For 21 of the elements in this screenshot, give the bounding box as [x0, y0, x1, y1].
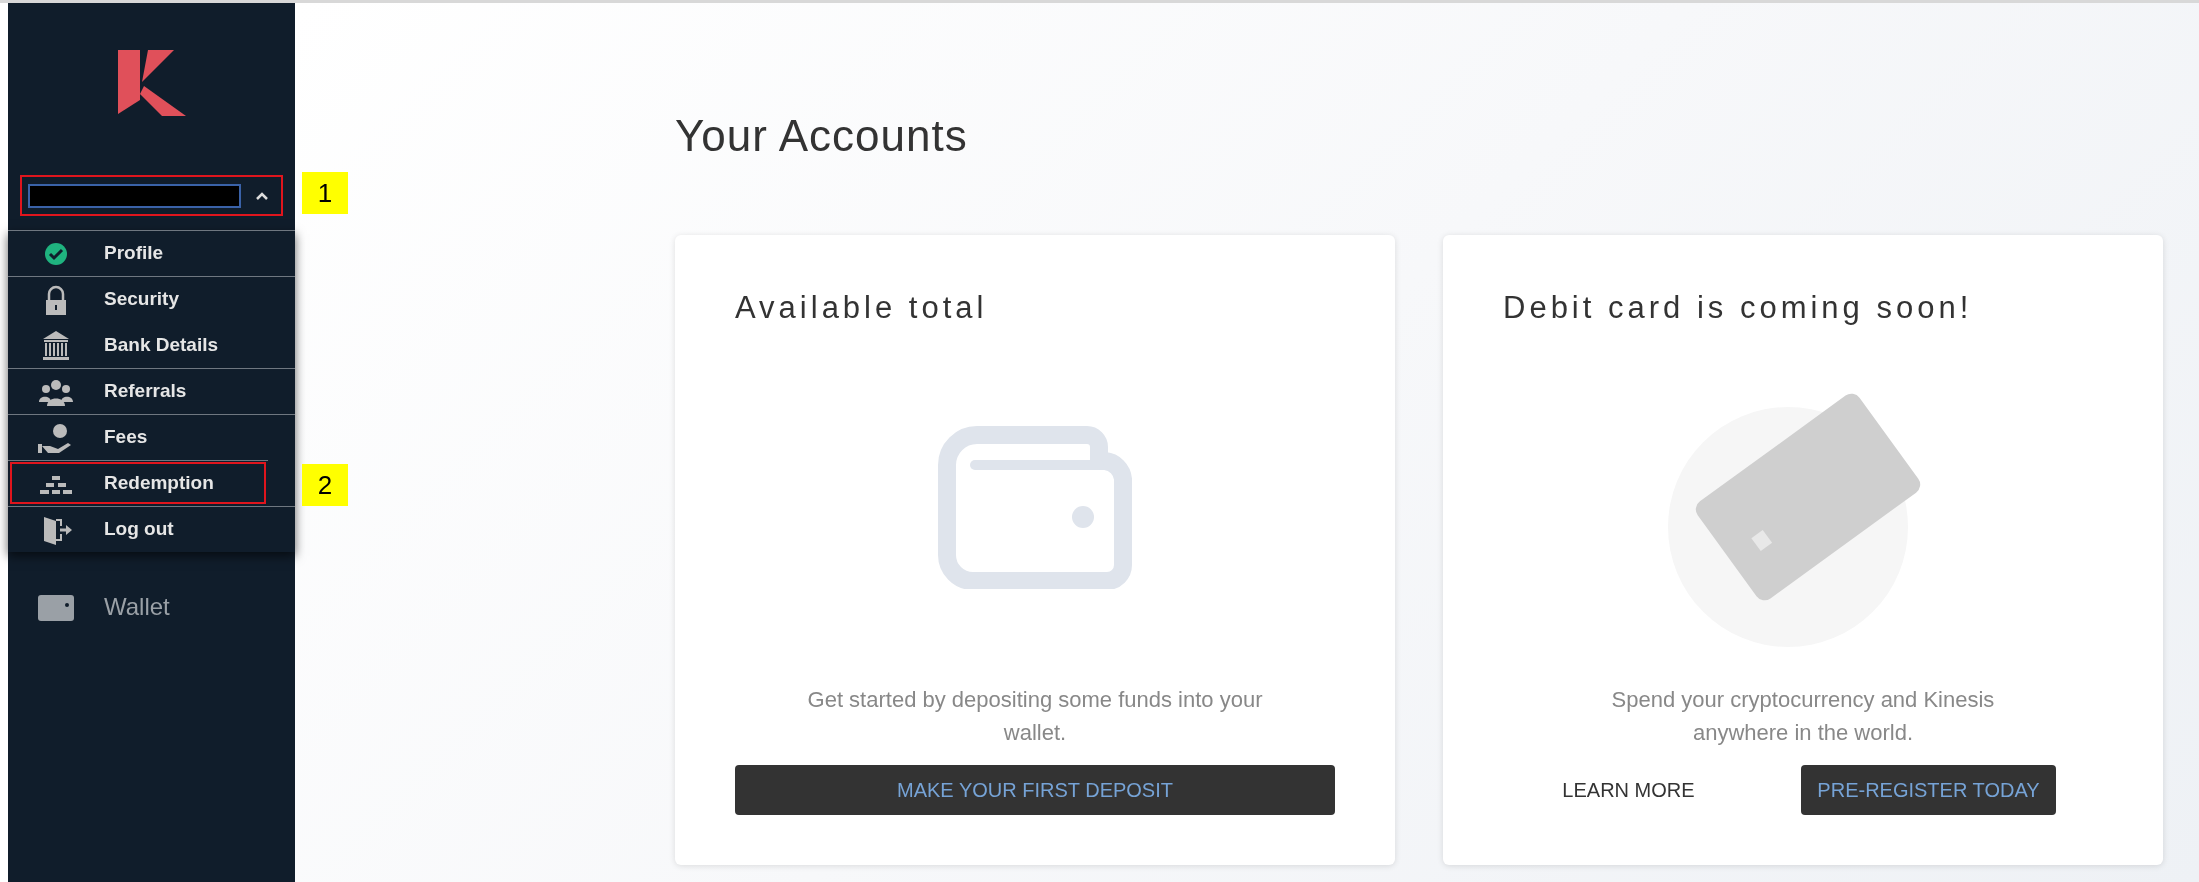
wallet-icon — [937, 425, 1133, 590]
card-title: Debit card is coming soon! — [1503, 289, 1973, 327]
account-selector[interactable] — [20, 175, 283, 216]
menu-item[interactable]: Profile — [8, 230, 295, 276]
menu-item[interactable]: Security — [8, 276, 295, 322]
page-title: Your Accounts — [675, 110, 969, 162]
menu-item[interactable]: Bank Details — [8, 322, 295, 368]
annotation-marker: 2 — [302, 464, 348, 506]
learn-more-link[interactable]: LEARN MORE — [1550, 769, 1707, 811]
menu-item[interactable]: Fees — [8, 414, 295, 460]
annotation-marker: 1 — [302, 172, 348, 214]
card-description: Get started by depositing some funds into your wallet. — [806, 686, 1264, 747]
menu-item[interactable]: Referrals — [8, 368, 295, 414]
logo-icon — [117, 50, 186, 116]
menu-item[interactable]: Log out — [8, 506, 295, 552]
menu-item[interactable]: Redemption — [8, 460, 268, 506]
action-button[interactable]: PRE-REGISTER TODAY — [1801, 765, 2056, 815]
card-description: Spend your cryptocurrency and Kinesis anywhere in the world. — [1610, 686, 1996, 747]
action-button[interactable]: MAKE YOUR FIRST DEPOSIT — [735, 765, 1335, 815]
card-title: Available total — [735, 289, 988, 327]
nav-item[interactable]: Wallet — [104, 589, 170, 625]
